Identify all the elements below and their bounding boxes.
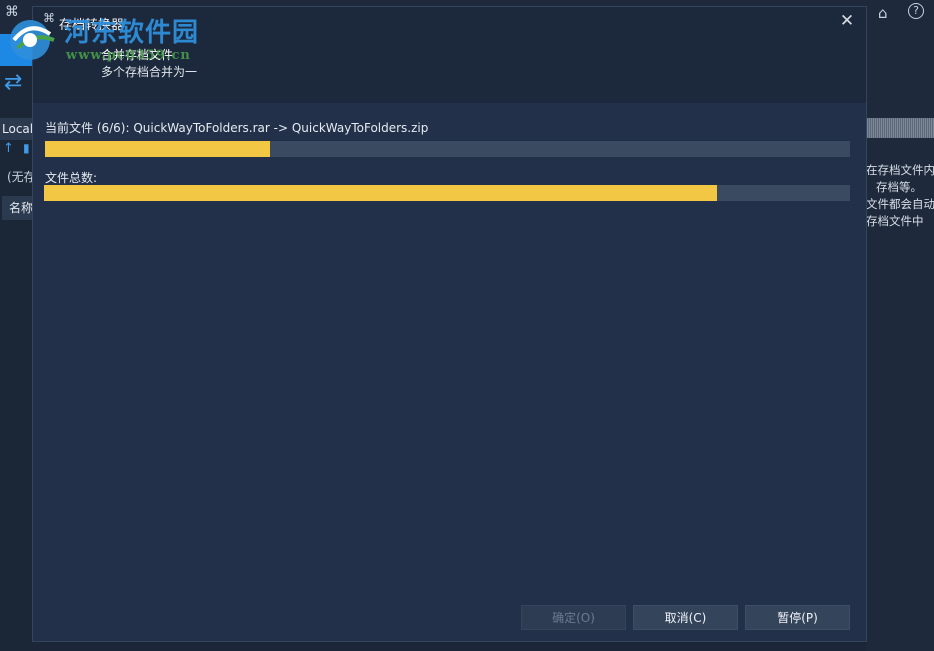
location-tab[interactable]: Local — [0, 118, 32, 140]
current-file-progress-fill — [45, 141, 271, 157]
home-icon[interactable]: ⌂ — [878, 4, 888, 22]
ok-button[interactable]: 确定(O) — [521, 605, 626, 630]
total-files-label: 文件总数: — [45, 171, 98, 185]
right-panel-line: 存档等。 — [876, 180, 922, 194]
arrow-up-icon[interactable]: ↑ — [3, 141, 14, 156]
watermark-url: www.pc0359.cn — [66, 48, 191, 63]
current-file-progress-bar — [45, 141, 850, 157]
empty-selection-label: (无存 — [7, 170, 32, 184]
pause-button[interactable]: 暂停(P) — [745, 605, 850, 630]
close-icon[interactable]: ✕ — [837, 11, 857, 31]
watermark-logo-icon — [10, 20, 55, 60]
current-file-label: 当前文件 (6/6): QuickWayToFolders.rar -> Qui… — [45, 121, 429, 135]
dialog-description: 多个存档合并为一 — [101, 65, 198, 79]
right-panel-header-bar — [867, 118, 934, 138]
watermark-text: 河东软件园 — [64, 18, 200, 48]
archive-converter-dialog: ⌘ 存档转换器 ✕ 合并存档文件 多个存档合并为一 当前文件 (6/6): Qu… — [32, 6, 867, 642]
right-panel-description: 在存档文件内 存档等。 文件都会自动 存档文件中 — [866, 162, 934, 230]
right-panel-line: 文件都会自动 — [866, 197, 934, 211]
column-header-name[interactable]: 名称 — [2, 196, 32, 220]
total-files-progress-bar — [44, 185, 850, 201]
right-panel-line: 存档文件中 — [866, 214, 924, 228]
right-panel-line: 在存档文件内 — [866, 163, 934, 177]
help-icon[interactable]: ? — [908, 3, 924, 19]
view-toggle-icon[interactable]: ▮ — [23, 141, 30, 155]
swap-arrows-icon[interactable]: ⇄ — [4, 72, 22, 94]
total-files-progress-fill — [44, 185, 717, 201]
cancel-button[interactable]: 取消(C) — [633, 605, 738, 630]
